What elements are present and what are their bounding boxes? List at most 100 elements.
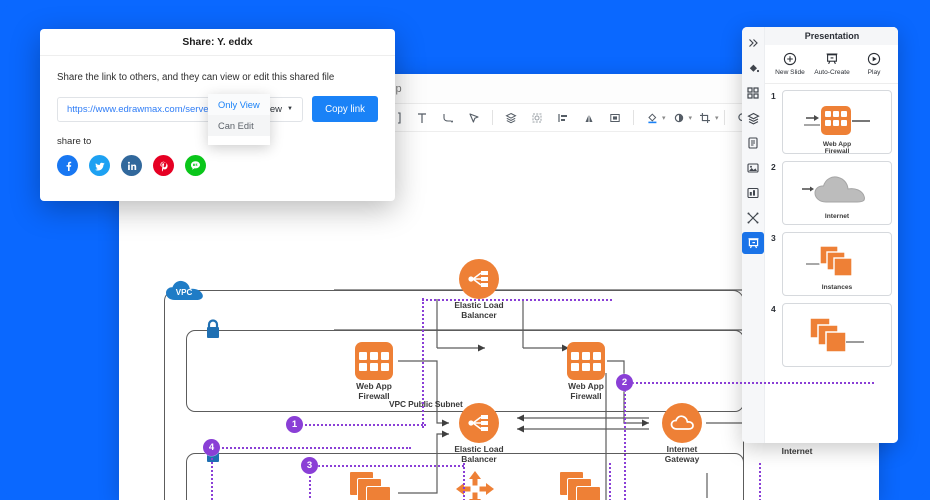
new-slide-button[interactable]: New Slide xyxy=(769,51,811,76)
trace-path-3-horizontal xyxy=(309,465,464,467)
twitter-icon[interactable] xyxy=(89,155,110,176)
plus-circle-icon xyxy=(783,51,797,66)
internet-gateway-icon xyxy=(662,403,702,443)
node-web-app-firewall-left[interactable]: Web App Firewall xyxy=(355,342,393,401)
slide-thumbnail-4[interactable] xyxy=(782,303,892,367)
lock-icon-public xyxy=(204,319,222,344)
slide-number: 4 xyxy=(771,304,776,314)
pinterest-icon[interactable] xyxy=(153,155,174,176)
node-elastic-load-balancer-mid[interactable]: Elastic Load Balancer xyxy=(454,403,504,464)
trace-center-vertical xyxy=(463,463,465,500)
permission-option-only-view[interactable]: Only View xyxy=(208,94,270,115)
list-item[interactable]: 4 xyxy=(765,303,898,374)
flip-icon[interactable] xyxy=(576,106,602,130)
node-label: Web App Firewall xyxy=(356,381,392,401)
presentation-side-rail[interactable] xyxy=(742,27,765,443)
shuffle-icon[interactable] xyxy=(742,207,764,229)
presentation-body: Presentation New Slide Auto-Create Play xyxy=(765,27,898,443)
marker-4[interactable]: 4 xyxy=(203,439,220,456)
presentation-actions[interactable]: New Slide Auto-Create Play xyxy=(765,45,898,84)
presentation-title: Presentation xyxy=(765,27,898,45)
slide-caption: Web App Firewall xyxy=(822,140,852,154)
toolbar-divider xyxy=(492,110,493,125)
instances-wide-thumb-icon xyxy=(809,317,864,353)
copy-link-button[interactable]: Copy link xyxy=(312,96,378,122)
node-auto-scaling[interactable]: AutoScaling xyxy=(455,470,495,500)
node-instances-left[interactable]: Instances xyxy=(349,471,395,500)
trace-path-4-horizontal xyxy=(211,447,411,449)
text-icon[interactable] xyxy=(409,106,435,130)
slide-thumbnail-1[interactable]: Web App Firewall xyxy=(782,90,892,154)
marker-1[interactable]: 1 xyxy=(286,416,303,433)
play-circle-icon xyxy=(867,51,881,66)
svg-text:VPC: VPC xyxy=(176,288,193,297)
permission-dropdown-menu[interactable]: Only View Can Edit xyxy=(208,94,270,145)
cloud-thumb-icon xyxy=(802,176,865,203)
instances-thumb-icon xyxy=(806,245,853,277)
frame-icon[interactable] xyxy=(524,106,550,130)
share-dialog-description: Share the link to others, and they can v… xyxy=(57,72,335,83)
slide-caption: Internet xyxy=(824,212,850,220)
label-vpc-public-subnet: VPC Public Subnet xyxy=(389,399,463,409)
layers-icon[interactable] xyxy=(742,107,764,129)
notes-icon[interactable] xyxy=(742,132,764,154)
trace-path-1-vertical xyxy=(422,298,424,428)
slide-list[interactable]: 1 Web App Firewall 2 Internet 3 Instance… xyxy=(765,84,898,443)
list-item[interactable]: 1 Web App Firewall xyxy=(765,90,898,161)
align-icon[interactable] xyxy=(550,106,576,130)
node-label: Internet Gateway xyxy=(664,444,700,464)
line-icon[interactable] xyxy=(185,155,206,176)
connector-icon[interactable] xyxy=(435,106,461,130)
node-vpc[interactable]: VPC xyxy=(164,278,212,311)
marker-3[interactable]: 3 xyxy=(301,457,318,474)
trace-mysql-vertical xyxy=(609,463,611,500)
node-instances-right[interactable]: Instances xyxy=(559,471,605,500)
chevron-double-right-icon[interactable] xyxy=(742,32,764,54)
trace-path-1-horizontal-a xyxy=(422,299,612,301)
layers-icon[interactable] xyxy=(498,106,524,130)
chart-icon[interactable] xyxy=(742,182,764,204)
chevron-down-icon[interactable]: ▾ xyxy=(715,114,719,122)
position-icon[interactable] xyxy=(602,106,628,130)
waf-icon xyxy=(355,342,393,380)
social-share-list[interactable] xyxy=(57,155,378,176)
trace-path-2-horizontal-top xyxy=(624,382,874,384)
node-web-app-firewall-right[interactable]: Web App Firewall xyxy=(567,342,605,401)
node-label: Internet xyxy=(781,446,813,456)
instances-icon xyxy=(349,471,395,500)
node-label: Web App Firewall xyxy=(568,381,604,401)
presentation-panel: Presentation New Slide Auto-Create Play xyxy=(742,27,898,443)
trace-path-1-horizontal-b xyxy=(294,424,426,426)
linkedin-icon[interactable] xyxy=(121,155,142,176)
play-button[interactable]: Play xyxy=(853,51,895,76)
trace-right-vertical xyxy=(759,463,761,500)
node-internet-gateway[interactable]: Internet Gateway xyxy=(662,403,702,464)
node-elastic-load-balancer-top[interactable]: Elastic Load Balancer xyxy=(454,259,504,320)
slide-thumbnail-2[interactable]: Internet xyxy=(782,161,892,225)
list-item[interactable]: 3 Instances xyxy=(765,232,898,303)
pointer-icon[interactable] xyxy=(461,106,487,130)
toolbar-divider xyxy=(723,110,725,125)
marker-2[interactable]: 2 xyxy=(616,374,633,391)
symbols-grid-icon[interactable] xyxy=(742,82,764,104)
list-item[interactable]: 2 Internet xyxy=(765,161,898,232)
slide-caption: Instances xyxy=(821,283,853,291)
auto-scaling-icon xyxy=(456,471,494,500)
image-icon[interactable] xyxy=(742,157,764,179)
new-slide-label: New Slide xyxy=(775,69,805,76)
cloud-blue-icon: VPC xyxy=(166,280,203,300)
trace-path-2-vertical xyxy=(624,382,626,500)
vpc-public-subnet[interactable] xyxy=(186,330,744,412)
permission-option-can-edit[interactable]: Can Edit xyxy=(208,115,270,136)
auto-create-button[interactable]: Auto-Create xyxy=(811,51,853,76)
chevron-down-icon: ▼ xyxy=(287,106,293,112)
slide-number: 2 xyxy=(771,162,776,172)
slide-thumbnail-3[interactable]: Instances xyxy=(782,232,892,296)
fill-bucket-icon[interactable] xyxy=(742,57,764,79)
toolbar-divider xyxy=(633,110,634,125)
facebook-icon[interactable] xyxy=(57,155,78,176)
elb-icon xyxy=(459,259,499,299)
waf-thumb-icon xyxy=(804,106,870,135)
slide-number: 3 xyxy=(771,233,776,243)
presentation-icon[interactable] xyxy=(742,232,764,254)
